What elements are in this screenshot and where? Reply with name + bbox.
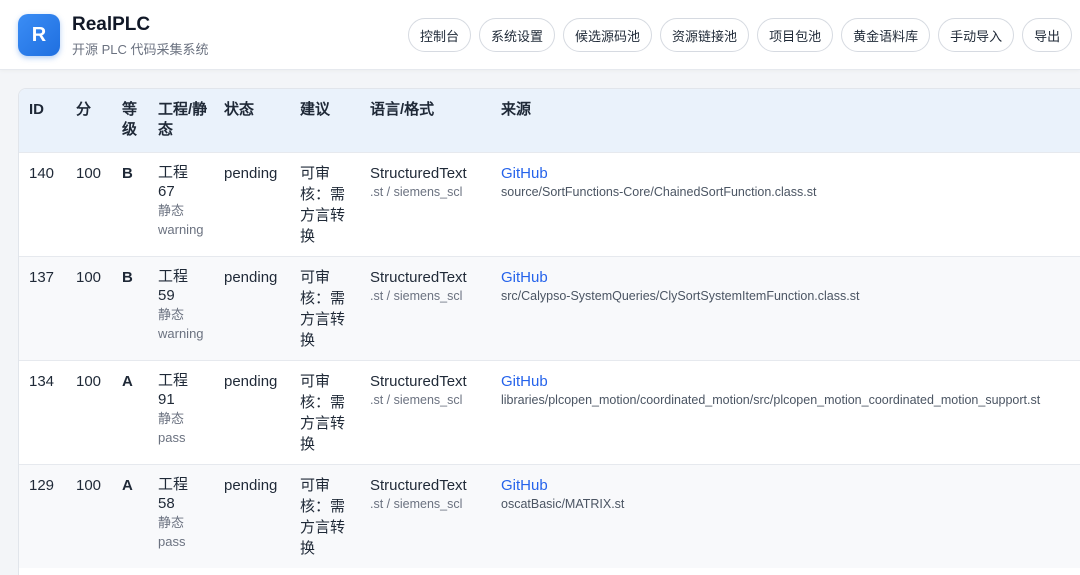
cell-id: 129 [19,463,66,568]
app-logo-icon[interactable]: R [18,14,60,56]
static-value: warning [158,325,204,341]
cell-grade: A [112,359,148,464]
cell-score: 100 [66,463,112,568]
lang-name: StructuredText [370,164,467,182]
cell-id: 134 [19,359,66,464]
col-header-grade[interactable]: 等级 [112,89,148,152]
source-link[interactable]: GitHub [501,267,1080,288]
suggest-text: 可审核：需方言转换 [300,164,346,245]
cell-suggest: 可审核：需方言转换 [290,359,360,464]
cell-score: 100 [66,151,112,256]
cell-lang: StructuredText .st / siemens_scl [360,151,491,256]
cell-lang: StructuredText .st / siemens_scl [360,255,491,360]
cell-project: 工程 58 静态 pass [148,463,214,568]
cell-status: pending [214,255,290,360]
cell-grade: B [112,255,148,360]
lang-format: .st / siemens_scl [370,184,463,199]
project-name[interactable]: 工程 59 [158,267,198,305]
lang-format: .st / siemens_scl [370,392,463,407]
source-path: oscatBasic/MATRIX.st [501,496,625,511]
cell-source: GitHub src/Calypso-SystemQueries/ClySort… [491,255,1080,360]
cell-id: 137 [19,255,66,360]
col-header-source[interactable]: 来源 [491,89,1080,152]
table-row[interactable]: 140 100 B 工程 67 静态 warning pending 可审核：需… [19,151,1080,256]
cell-source: GitHub source/SortFunctions-Core/Chained… [491,151,1080,256]
cell-score: 100 [66,255,112,360]
project-name[interactable]: 工程 91 [158,371,198,409]
suggest-text: 可审核：需方言转换 [300,372,346,453]
table-header-row: ID 分 等级 工程/静态 状态 建议 语言/格式 来源 [19,89,1080,152]
col-header-suggest[interactable]: 建议 [290,89,360,152]
col-header-lang[interactable]: 语言/格式 [360,89,491,152]
nav-link-pool-button[interactable]: 资源链接池 [660,18,750,52]
app-title: RealPLC [72,14,151,35]
static-value: pass [158,533,186,549]
app-header: R RealPLC 开源 PLC 代码采集系统 控制台 系统设置 候选源码池 资… [0,0,1080,70]
table-row[interactable]: 129 100 A 工程 58 静态 pass pending 可审核：需方言转… [19,463,1080,568]
table-row[interactable]: 137 100 B 工程 59 静态 warning pending 可审核：需… [19,255,1080,360]
cell-status: pending [214,463,290,568]
cell-grade: B [112,151,148,256]
cell-project: 工程 59 静态 warning [148,255,214,360]
static-label: 静态 [158,306,185,322]
nav-export-button[interactable]: 导出 [1022,18,1073,52]
cell-lang: StructuredText .st / siemens_scl [360,463,491,568]
cell-lang: StructuredText .st / siemens_scl [360,359,491,464]
cell-grade: A [112,463,148,568]
cell-id: 140 [19,151,66,256]
suggest-text: 可审核：需方言转换 [300,268,346,349]
lang-name: StructuredText [370,372,467,390]
static-value: warning [158,221,204,237]
candidate-table: ID 分 等级 工程/静态 状态 建议 语言/格式 来源 140 100 B 工… [19,89,1080,568]
source-path: libraries/plcopen_motion/coordinated_mot… [501,392,1041,407]
lang-name: StructuredText [370,476,467,494]
cell-status: pending [214,151,290,256]
col-header-status[interactable]: 状态 [214,89,290,152]
cell-suggest: 可审核：需方言转换 [290,151,360,256]
cell-project: 工程 91 静态 pass [148,359,214,464]
cell-source: GitHub oscatBasic/MATRIX.st [491,463,1080,568]
cell-project: 工程 67 静态 warning [148,151,214,256]
project-name[interactable]: 工程 58 [158,475,198,513]
static-label: 静态 [158,202,185,218]
source-path: source/SortFunctions-Core/ChainedSortFun… [501,184,817,199]
top-nav: 控制台 系统设置 候选源码池 资源链接池 项目包池 黄金语料库 手动导入 导出 [408,18,1073,52]
nav-dashboard-button[interactable]: 控制台 [408,18,472,52]
nav-manual-import-button[interactable]: 手动导入 [938,18,1015,52]
cell-status: pending [214,359,290,464]
project-name[interactable]: 工程 67 [158,163,198,201]
source-link[interactable]: GitHub [501,475,1080,496]
candidate-table-card: ID 分 等级 工程/静态 状态 建议 语言/格式 来源 140 100 B 工… [18,88,1080,575]
static-value: pass [158,429,186,445]
nav-candidate-pool-button[interactable]: 候选源码池 [563,18,653,52]
lang-format: .st / siemens_scl [370,288,463,303]
static-label: 静态 [158,514,185,530]
table-row[interactable]: 134 100 A 工程 91 静态 pass pending 可审核：需方言转… [19,359,1080,464]
lang-name: StructuredText [370,268,467,286]
cell-suggest: 可审核：需方言转换 [290,255,360,360]
lang-format: .st / siemens_scl [370,496,463,511]
col-header-score[interactable]: 分 [66,89,112,152]
nav-package-pool-button[interactable]: 项目包池 [757,18,834,52]
cell-score: 100 [66,359,112,464]
cell-source: GitHub libraries/plcopen_motion/coordina… [491,359,1080,464]
suggest-text: 可审核：需方言转换 [300,476,346,557]
nav-golden-corpus-button[interactable]: 黄金语料库 [841,18,931,52]
source-link[interactable]: GitHub [501,163,1080,184]
col-header-project[interactable]: 工程/静态 [148,89,214,152]
source-link[interactable]: GitHub [501,371,1080,392]
app-subtitle: 开源 PLC 代码采集系统 [72,42,209,57]
cell-suggest: 可审核：需方言转换 [290,463,360,568]
nav-settings-button[interactable]: 系统设置 [479,18,556,52]
source-path: src/Calypso-SystemQueries/ClySortSystemI… [501,288,860,303]
static-label: 静态 [158,410,185,426]
col-header-id[interactable]: ID [19,89,66,152]
